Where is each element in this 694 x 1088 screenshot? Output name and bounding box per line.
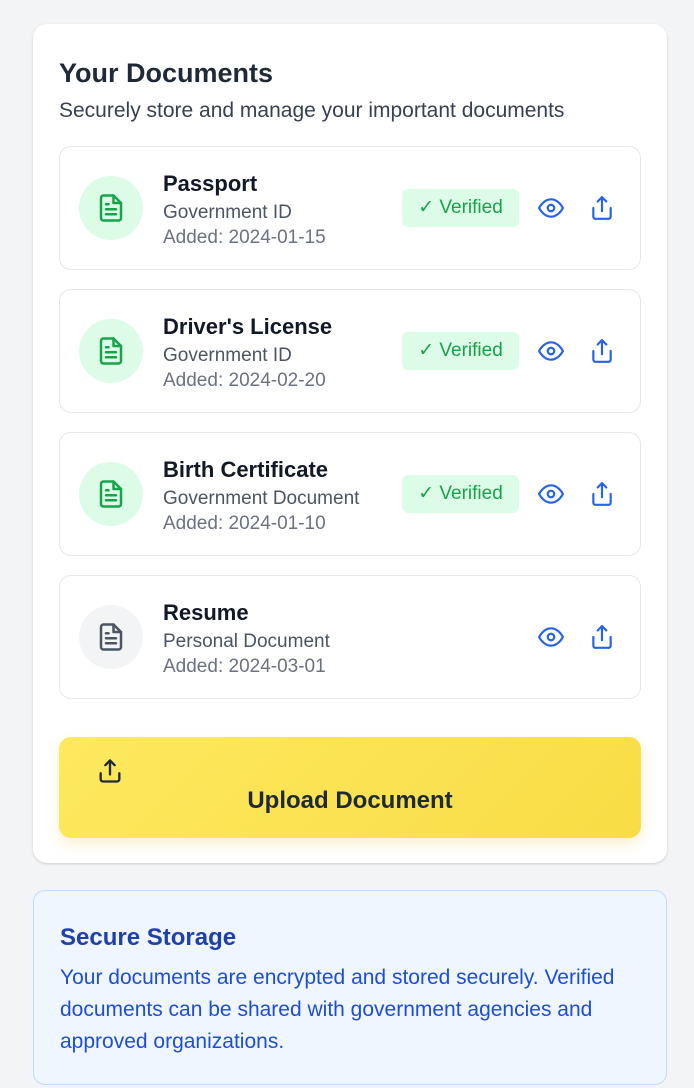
file-text-icon <box>79 319 143 383</box>
view-button[interactable] <box>534 620 568 654</box>
info-text: Your documents are encrypted and stored … <box>60 966 615 1053</box>
document-date: Added: 2024-01-10 <box>163 513 326 534</box>
document-type: Government ID <box>163 202 292 223</box>
eye-icon <box>538 627 564 647</box>
view-button[interactable] <box>534 477 568 511</box>
document-name: Passport <box>163 171 258 196</box>
share-button[interactable] <box>585 334 619 368</box>
secure-storage-info: Secure Storage Your documents are encryp… <box>33 890 667 1085</box>
eye-icon <box>538 484 564 504</box>
page-title: Your Documents <box>59 58 274 88</box>
verified-badge: ✓ Verified <box>402 189 519 227</box>
documents-card: Your Documents Securely store and manage… <box>33 24 667 863</box>
document-list: Passport Government ID Added: 2024-01-15… <box>59 146 641 718</box>
document-date: Added: 2024-02-20 <box>163 370 326 391</box>
info-title: Secure Storage <box>60 924 237 951</box>
file-text-icon <box>79 605 143 669</box>
share-icon <box>592 625 612 649</box>
file-text-icon <box>79 462 143 526</box>
eye-icon <box>538 341 564 361</box>
document-type: Personal Document <box>163 631 330 652</box>
view-button[interactable] <box>534 191 568 225</box>
document-name: Resume <box>163 600 249 625</box>
verified-badge: ✓ Verified <box>402 475 519 513</box>
document-item-birth-certificate[interactable]: Birth Certificate Government Document Ad… <box>59 432 641 556</box>
document-item-passport[interactable]: Passport Government ID Added: 2024-01-15… <box>59 146 641 270</box>
share-button[interactable] <box>585 620 619 654</box>
upload-button-label: Upload Document <box>247 787 453 814</box>
page: Your Documents Securely store and manage… <box>0 0 694 1088</box>
document-item-resume[interactable]: Resume Personal Document Added: 2024-03-… <box>59 575 641 699</box>
file-text-icon <box>79 176 143 240</box>
document-name: Birth Certificate <box>163 457 329 482</box>
upload-document-button[interactable]: Upload Document <box>59 737 641 838</box>
document-date: Added: 2024-01-15 <box>163 227 326 248</box>
share-icon <box>592 196 612 220</box>
page-subtitle: Securely store and manage your important… <box>59 99 565 122</box>
share-icon <box>592 339 612 363</box>
document-type: Government Document <box>163 488 360 509</box>
eye-icon <box>538 198 564 218</box>
upload-icon <box>99 759 121 783</box>
share-icon <box>592 482 612 506</box>
document-item-drivers-license[interactable]: Driver's License Government ID Added: 20… <box>59 289 641 413</box>
verified-badge: ✓ Verified <box>402 332 519 370</box>
document-name: Driver's License <box>163 314 333 339</box>
share-button[interactable] <box>585 477 619 511</box>
view-button[interactable] <box>534 334 568 368</box>
share-button[interactable] <box>585 191 619 225</box>
document-type: Government ID <box>163 345 292 366</box>
document-date: Added: 2024-03-01 <box>163 656 326 677</box>
